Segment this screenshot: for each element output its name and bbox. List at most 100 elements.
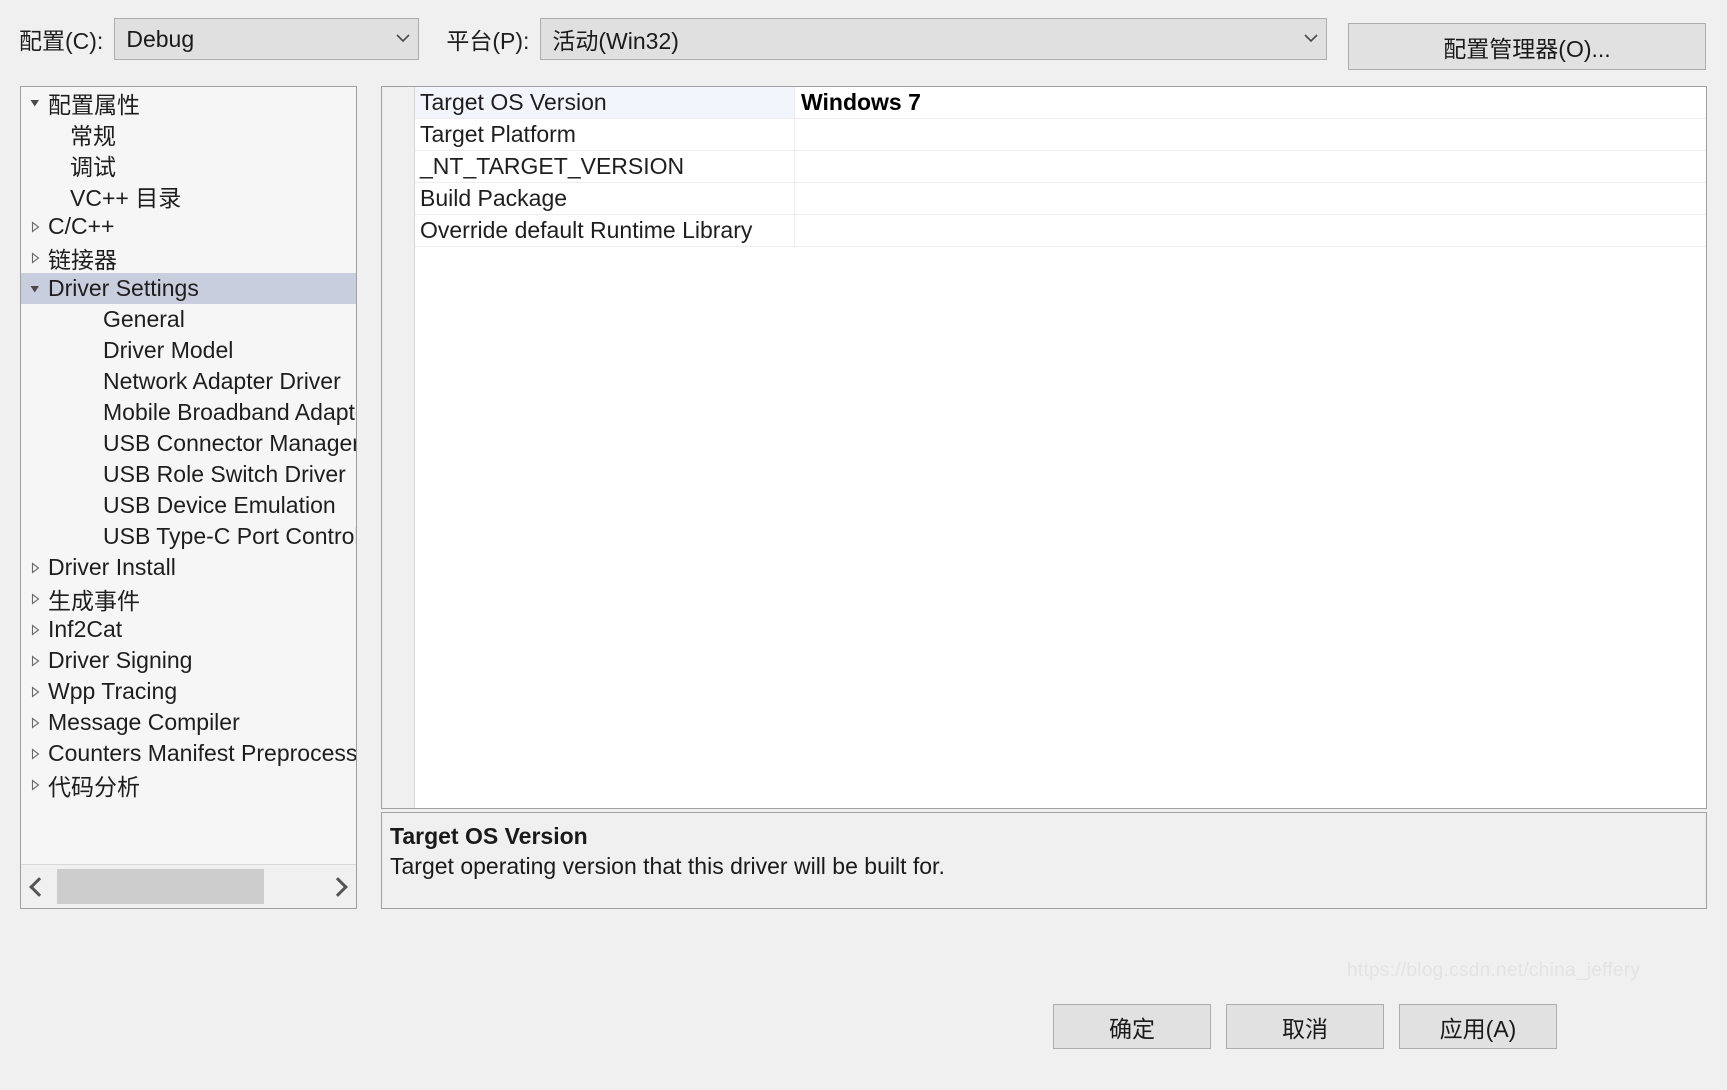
tree-item-indent: General [21,306,356,333]
tree-item[interactable]: 常规 [21,118,356,149]
tree-item-indent: Mobile Broadband Adapter [21,399,356,426]
triangle-right-icon[interactable] [24,220,46,234]
triangle-right-icon[interactable] [24,592,46,606]
triangle-right-icon[interactable] [24,561,46,575]
tree-item-label: 常规 [70,122,116,149]
tree-item-indent: USB Type-C Port Controller [21,523,356,550]
tree-item-label: 生成事件 [48,587,140,614]
configuration-manager-button[interactable]: 配置管理器(O)... [1348,23,1706,70]
tree-item[interactable]: VC++ 目录 [21,180,356,211]
tree-item-label: USB Connector Manager [103,430,356,456]
tree-item-indent: 调试 [21,148,356,182]
description-text: Target operating version that this drive… [390,853,945,879]
tree-item-label: VC++ 目录 [70,184,182,211]
tree-item[interactable]: General [21,304,356,335]
property-name: Target OS Version [415,87,795,118]
property-name: _NT_TARGET_VERSION [415,151,795,182]
tree-item-indent: Message Compiler [21,709,356,736]
property-row[interactable]: Build Package [415,183,1706,215]
platform-combobox[interactable]: 活动(Win32) [540,18,1328,60]
triangle-right-icon[interactable] [24,716,46,730]
tree-item-indent: Driver Signing [21,647,356,674]
platform-label: 平台(P): [446,28,530,54]
property-value[interactable] [795,119,1706,150]
tree-item[interactable]: 代码分析 [21,769,356,800]
tree-item[interactable]: Driver Install [21,552,356,583]
scroll-left-arrow-icon[interactable] [21,866,57,907]
scrollbar-track[interactable] [57,866,320,907]
tree-item[interactable]: Inf2Cat [21,614,356,645]
cancel-button[interactable]: 取消 [1226,1004,1384,1049]
tree-item-indent: USB Device Emulation [21,492,356,519]
tree-item-label: Driver Install [48,554,176,580]
triangle-right-icon[interactable] [24,778,46,792]
property-row[interactable]: _NT_TARGET_VERSION [415,151,1706,183]
tree-item[interactable]: Mobile Broadband Adapter [21,397,356,428]
tree-item[interactable]: USB Connector Manager [21,428,356,459]
configuration-combobox[interactable]: Debug [114,18,420,60]
tree-item[interactable]: C/C++ [21,211,356,242]
tree-item-indent: C/C++ [21,213,356,240]
tree-item-indent: Driver Install [21,554,356,581]
scrollbar-thumb[interactable] [57,869,264,904]
property-grid-gutter [382,87,415,808]
tree-item-indent: USB Connector Manager [21,430,356,457]
ok-button[interactable]: 确定 [1053,1004,1211,1049]
property-value[interactable] [795,151,1706,182]
chevron-down-icon[interactable] [388,32,418,47]
tree-item-indent: USB Role Switch Driver [21,461,356,488]
tree-item-label: Network Adapter Driver [103,368,341,394]
tree-item[interactable]: Counters Manifest Preprocessor [21,738,356,769]
tree-item-label: Wpp Tracing [48,678,178,704]
tree-item-label: USB Role Switch Driver [103,461,346,487]
property-row[interactable]: Target OS Version Windows 7 [415,87,1706,119]
tree-item[interactable]: Driver Signing [21,645,356,676]
tree-item-label: General [103,306,185,332]
tree-item-label: Driver Signing [48,647,193,673]
scroll-right-arrow-icon[interactable] [320,866,356,907]
tree-item[interactable]: Wpp Tracing [21,676,356,707]
platform-combobox-value: 活动(Win32) [552,28,679,54]
triangle-right-icon[interactable] [24,685,46,699]
tree-item[interactable]: 生成事件 [21,583,356,614]
tree-item-indent: 代码分析 [21,768,356,802]
triangle-right-icon[interactable] [24,623,46,637]
property-value[interactable] [795,183,1706,214]
property-row[interactable]: Target Platform [415,119,1706,151]
property-row[interactable]: Override default Runtime Library [415,215,1706,247]
triangle-right-icon[interactable] [24,747,46,761]
tree-item[interactable]: Driver Settings [21,273,356,304]
chevron-down-icon[interactable] [1296,32,1326,47]
tree-item-indent: 链接器 [21,241,356,275]
tree-item-label: 链接器 [48,246,117,273]
tree-item[interactable]: 调试 [21,149,356,180]
tree-item[interactable]: 链接器 [21,242,356,273]
tree-item-label: 代码分析 [48,773,140,800]
triangle-down-icon[interactable] [24,282,46,296]
triangle-right-icon[interactable] [24,251,46,265]
triangle-right-icon[interactable] [24,654,46,668]
tree-item[interactable]: Network Adapter Driver [21,366,356,397]
tree-item[interactable]: 配置属性 [21,87,356,118]
tree-item[interactable]: Message Compiler [21,707,356,738]
property-value[interactable]: Windows 7 [795,87,1706,118]
description-title: Target OS Version [390,823,588,849]
tree-item-indent: Wpp Tracing [21,678,356,705]
tree-item-indent: Driver Model [21,337,356,364]
tree-item-label: USB Type-C Port Controller [103,523,356,549]
tree-item-label: 调试 [70,153,116,180]
tree-item-label: Driver Settings [48,275,199,301]
triangle-down-icon[interactable] [24,96,46,110]
tree-item-indent: Counters Manifest Preprocessor [21,740,356,767]
tree-item[interactable]: Driver Model [21,335,356,366]
tree-item-label: Inf2Cat [48,616,123,642]
tree-item[interactable]: USB Role Switch Driver [21,459,356,490]
tree-item[interactable]: USB Type-C Port Controller [21,521,356,552]
configuration-properties-tree: 配置属性常规调试 VC++ 目录 C/C++ 链接器 Driver Settings Ge… [20,86,357,909]
tree-item[interactable]: USB Device Emulation [21,490,356,521]
apply-button[interactable]: 应用(A) [1399,1004,1557,1049]
tree-item-label: Message Compiler [48,709,240,735]
property-grid-rows: Target OS Version Windows 7 Target Platfor… [415,87,1706,247]
property-value[interactable] [795,215,1706,246]
tree-horizontal-scrollbar[interactable] [21,864,356,908]
